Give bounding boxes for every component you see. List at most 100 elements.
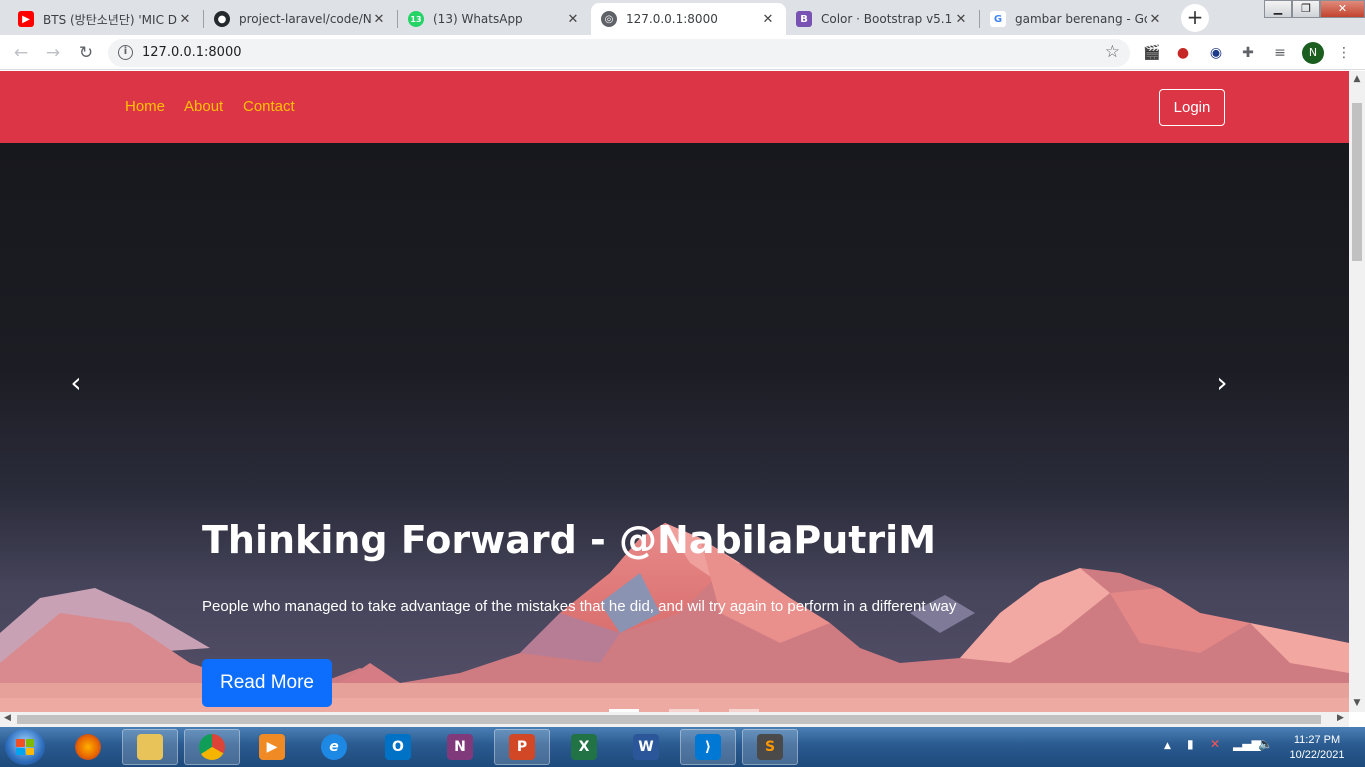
carousel-caption-title: Thinking Forward - @NabilaPutriM [202, 518, 937, 562]
taskbar-chrome[interactable] [184, 729, 240, 765]
windows-taskbar: ▶ e O N P X W ⟩ S ▲ ▮ ✕ ▂▄▆ 🔈 11:27 PM 1… [0, 727, 1365, 767]
shield-extension-icon[interactable]: ◉ [1206, 43, 1226, 63]
maximize-button[interactable]: ❐ [1292, 0, 1320, 18]
chrome-icon [199, 734, 225, 760]
read-more-button[interactable]: Read More [202, 659, 332, 707]
browser-tabstrip: ▶ BTS (방탄소년단) 'MIC D ✕ ● project-laravel… [0, 0, 1365, 35]
vscode-icon: ⟩ [695, 734, 721, 760]
taskbar-sublime-text[interactable]: S [742, 729, 798, 765]
start-button[interactable] [5, 729, 45, 765]
tab-localhost[interactable]: ◎ 127.0.0.1:8000 ✕ [591, 3, 786, 35]
google-icon: G [990, 11, 1006, 27]
taskbar-media-player[interactable]: ▶ [244, 729, 300, 765]
battery-icon[interactable]: ▮ [1187, 737, 1194, 751]
tab-title: gambar berenang - Goo [1015, 12, 1147, 26]
scroll-down-arrow-icon[interactable]: ▼ [1349, 698, 1365, 708]
new-tab-button[interactable]: + [1181, 4, 1209, 32]
media-queue-icon[interactable]: ≡ [1270, 43, 1290, 63]
close-window-button[interactable]: ✕ [1320, 0, 1365, 18]
tab-youtube[interactable]: ▶ BTS (방탄소년단) 'MIC D ✕ [8, 3, 203, 35]
show-hidden-icons-icon[interactable]: ▲ [1164, 741, 1171, 751]
login-button[interactable]: Login [1159, 89, 1225, 126]
tab-title: Color · Bootstrap v5.1 [821, 12, 953, 26]
globe-icon: ◎ [601, 11, 617, 27]
taskbar-internet-explorer[interactable]: e [306, 729, 362, 765]
scroll-up-arrow-icon[interactable]: ▲ [1349, 74, 1365, 84]
powerpoint-icon: P [509, 734, 535, 760]
page-viewport: Home About Contact Login ‹ › Thinking Fo… [0, 71, 1349, 712]
close-tab-icon[interactable]: ✕ [371, 12, 387, 27]
vertical-scroll-thumb[interactable] [1352, 103, 1362, 261]
vertical-scrollbar[interactable]: ▲ ▼ [1349, 71, 1365, 712]
close-tab-icon[interactable]: ✕ [565, 12, 581, 27]
sublime-icon: S [757, 734, 783, 760]
signal-icon[interactable]: ▂▄▆ [1233, 737, 1261, 751]
taskbar-outlook[interactable]: O [370, 729, 426, 765]
site-info-icon[interactable]: i [118, 45, 133, 60]
window-controls: ▁ ❐ ✕ [1264, 0, 1365, 18]
carousel-prev-button[interactable]: ‹ [61, 369, 91, 399]
tab-bootstrap[interactable]: B Color · Bootstrap v5.1 ✕ [786, 3, 979, 35]
taskbar-file-explorer[interactable] [122, 729, 178, 765]
tab-title: project-laravel/code/Nal [239, 12, 371, 26]
onenote-icon: N [447, 734, 473, 760]
windows-logo-icon [16, 739, 34, 755]
horizontal-scrollbar[interactable]: ◀ ▶ [0, 712, 1349, 727]
taskbar-word[interactable]: W [618, 729, 674, 765]
carousel-caption-text: People who managed to take advantage of … [202, 598, 957, 615]
outlook-icon: O [385, 734, 411, 760]
whatsapp-icon: 13 [408, 11, 424, 27]
tab-title: 127.0.0.1:8000 [626, 12, 718, 26]
minimize-button[interactable]: ▁ [1264, 0, 1292, 18]
browser-toolbar: ← → ↻ i 127.0.0.1:8000 ☆ 🎬 ● ◉ ✚ ≡ N ⋮ [0, 35, 1365, 70]
tab-github[interactable]: ● project-laravel/code/Nal ✕ [204, 3, 397, 35]
tab-title: (13) WhatsApp [433, 12, 523, 26]
nav-link-about[interactable]: About [184, 98, 223, 115]
reload-icon[interactable]: ↻ [73, 40, 99, 66]
tab-whatsapp[interactable]: 13 (13) WhatsApp ✕ [398, 3, 591, 35]
bookmark-star-icon[interactable]: ☆ [1105, 42, 1120, 62]
chrome-menu-icon[interactable]: ⋮ [1334, 43, 1354, 63]
tab-title: BTS (방탄소년단) 'MIC D [43, 12, 177, 27]
tab-google[interactable]: G gambar berenang - Goo ✕ [980, 3, 1173, 35]
excel-icon: X [571, 734, 597, 760]
close-tab-icon[interactable]: ✕ [953, 12, 969, 27]
volume-icon[interactable]: 🔈 [1258, 737, 1273, 751]
ladybug-extension-icon[interactable]: ● [1173, 43, 1193, 63]
address-bar[interactable]: i 127.0.0.1:8000 ☆ [108, 39, 1130, 67]
nav-link-home[interactable]: Home [125, 98, 165, 115]
close-tab-icon[interactable]: ✕ [760, 12, 776, 27]
scroll-right-arrow-icon[interactable]: ▶ [1337, 713, 1344, 723]
forward-icon[interactable]: → [40, 40, 66, 66]
low-poly-mountains-image [0, 523, 1349, 712]
hero-carousel: ‹ › Thinking Forward - @NabilaPutriM Peo… [0, 143, 1349, 712]
clapperboard-extension-icon[interactable]: 🎬 [1142, 43, 1162, 63]
word-icon: W [633, 734, 659, 760]
puzzle-extensions-icon[interactable]: ✚ [1238, 43, 1258, 63]
firefox-icon [75, 734, 101, 760]
scroll-left-arrow-icon[interactable]: ◀ [4, 713, 11, 723]
horizontal-scroll-thumb[interactable] [17, 715, 1321, 724]
carousel-next-button[interactable]: › [1207, 369, 1237, 399]
github-icon: ● [214, 11, 230, 27]
network-disconnected-icon[interactable]: ✕ [1210, 737, 1220, 751]
clock-time: 11:27 PM [1293, 734, 1341, 746]
clock-date: 10/22/2021 [1289, 749, 1345, 761]
media-player-icon: ▶ [259, 734, 285, 760]
taskbar-powerpoint[interactable]: P [494, 729, 550, 765]
taskbar-firefox[interactable] [60, 729, 116, 765]
taskbar-onenote[interactable]: N [432, 729, 488, 765]
ie-icon: e [321, 734, 347, 760]
taskbar-excel[interactable]: X [556, 729, 612, 765]
close-tab-icon[interactable]: ✕ [1147, 12, 1163, 27]
taskbar-vscode[interactable]: ⟩ [680, 729, 736, 765]
folder-icon [137, 734, 163, 760]
nav-link-contact[interactable]: Contact [243, 98, 295, 115]
system-clock[interactable]: 11:27 PM 10/22/2021 [1282, 733, 1352, 763]
back-icon[interactable]: ← [8, 40, 34, 66]
profile-avatar[interactable]: N [1302, 42, 1324, 64]
site-navbar: Home About Contact Login [0, 71, 1349, 143]
url-text[interactable]: 127.0.0.1:8000 [142, 45, 242, 60]
close-tab-icon[interactable]: ✕ [177, 12, 193, 27]
bootstrap-icon: B [796, 11, 812, 27]
